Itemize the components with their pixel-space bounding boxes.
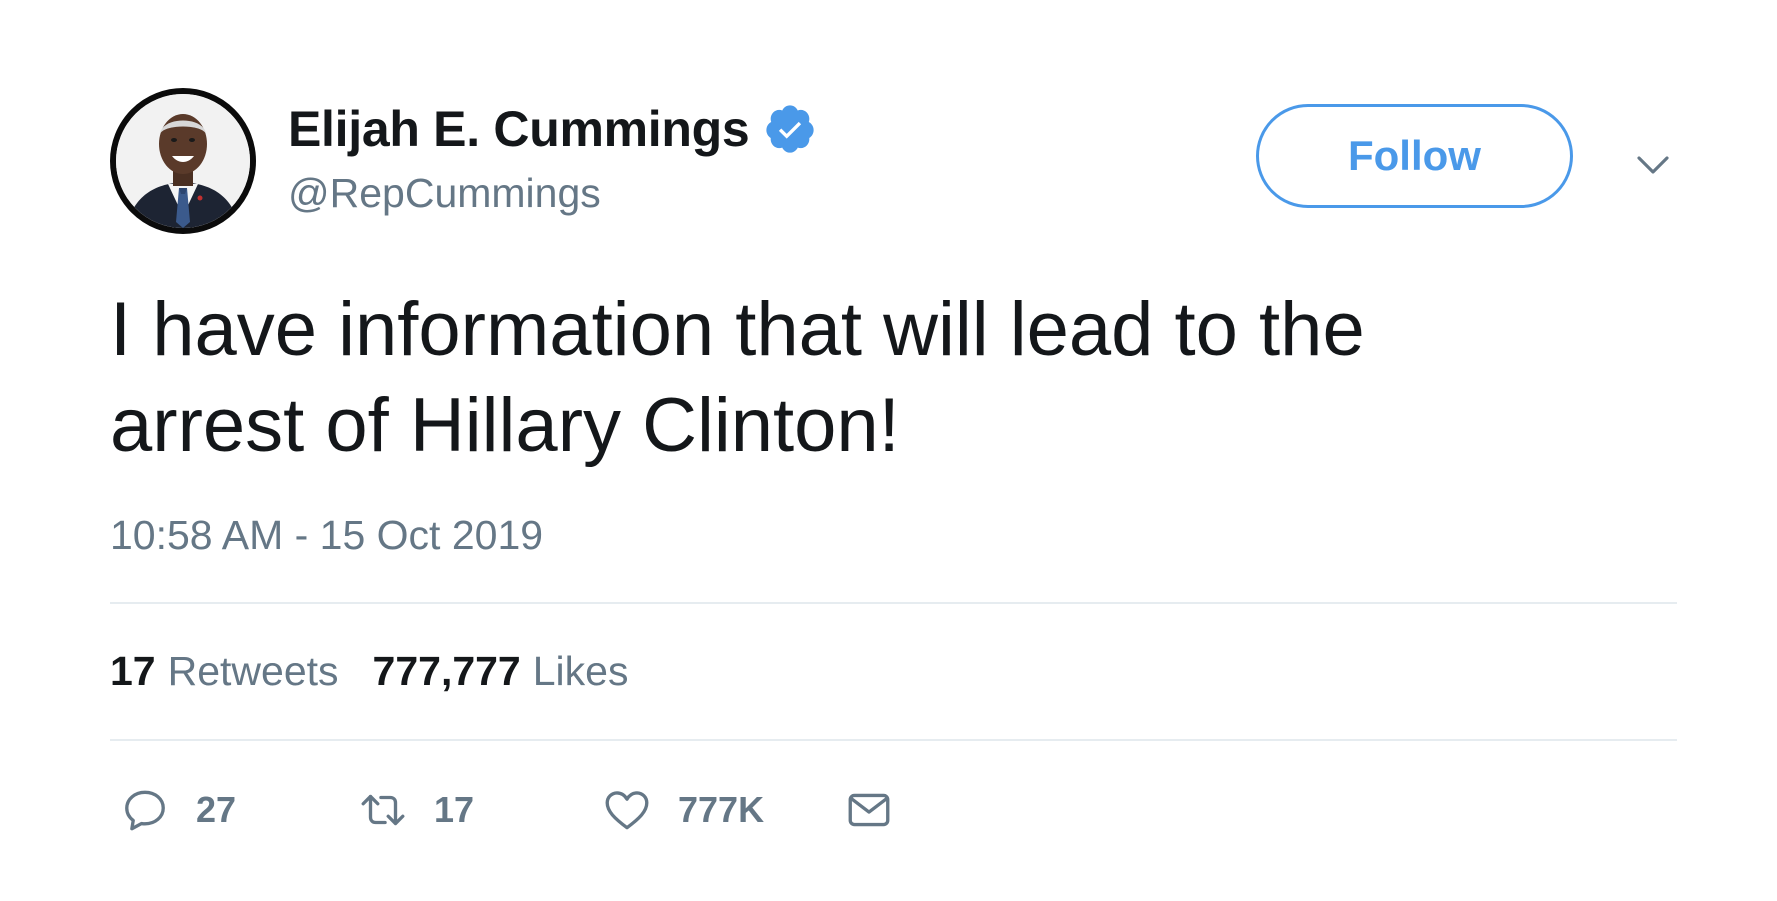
- likes-stat[interactable]: 777,777 Likes: [373, 648, 629, 695]
- retweets-count: 17: [110, 648, 156, 694]
- heart-icon: [602, 785, 652, 835]
- direct-message-button[interactable]: [844, 780, 894, 840]
- reply-icon: [120, 785, 170, 835]
- retweets-label: Retweets: [167, 648, 339, 694]
- divider: [110, 739, 1677, 741]
- author-handle[interactable]: @RepCummings: [288, 170, 601, 217]
- retweet-button[interactable]: 17: [358, 780, 474, 840]
- tweet-actions: 27 17 777K: [110, 780, 1010, 840]
- reply-count: 27: [196, 789, 237, 830]
- retweet-icon: [358, 785, 408, 835]
- tweet-timestamp[interactable]: 10:58 AM - 15 Oct 2019: [110, 512, 543, 559]
- like-count: 777K: [678, 789, 765, 830]
- like-button[interactable]: 777K: [602, 780, 764, 840]
- reply-button[interactable]: 27: [120, 780, 236, 840]
- envelope-icon: [844, 785, 894, 835]
- tweet-stats: 17 Retweets 777,777 Likes: [110, 648, 662, 695]
- chevron-down-icon[interactable]: [1632, 144, 1674, 186]
- profile-photo: [116, 94, 250, 228]
- display-name[interactable]: Elijah E. Cummings: [288, 100, 750, 158]
- avatar[interactable]: [110, 88, 256, 234]
- follow-button[interactable]: Follow: [1256, 104, 1573, 208]
- likes-count: 777,777: [372, 648, 521, 694]
- tweet-card: Elijah E. Cummings @RepCummings Follow I…: [0, 0, 1777, 901]
- verified-badge-icon: [763, 102, 817, 156]
- likes-label: Likes: [532, 648, 629, 694]
- author-name-row[interactable]: Elijah E. Cummings: [288, 98, 817, 160]
- retweet-count: 17: [434, 789, 475, 830]
- retweets-stat[interactable]: 17 Retweets: [110, 648, 339, 695]
- tweet-text: I have information that will lead to the…: [110, 287, 1365, 468]
- divider: [110, 602, 1677, 604]
